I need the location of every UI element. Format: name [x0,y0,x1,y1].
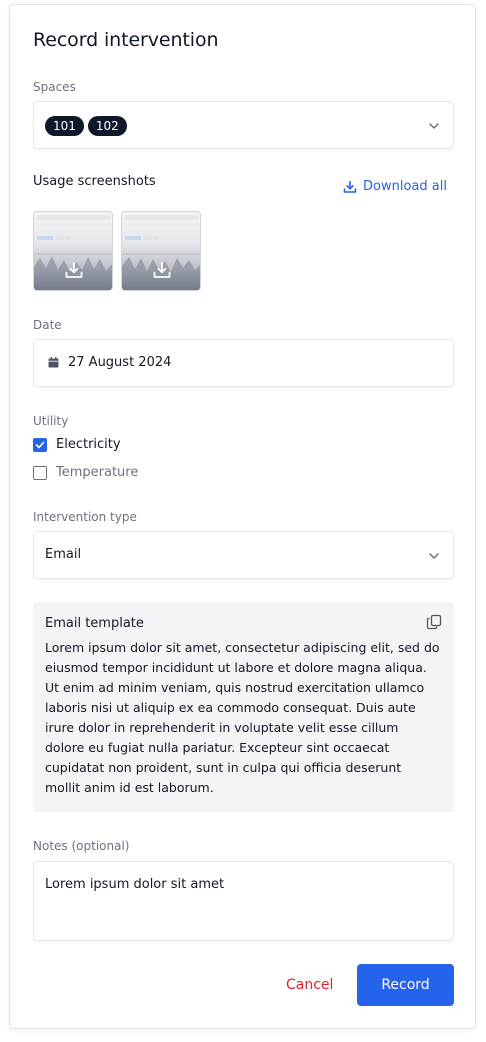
spaces-select[interactable]: 101 102 [33,101,454,149]
checkbox-checked-icon[interactable] [33,437,47,452]
copy-icon[interactable] [426,614,442,630]
email-template-body: Lorem ipsum dolor sit amet, consectetur … [45,640,440,795]
download-all-label: Download all [363,179,447,194]
chevron-down-icon[interactable] [427,119,441,133]
date-value: 27 August 2024 [68,355,172,370]
download-icon [343,180,357,193]
intervention-type-value: Email [45,547,82,562]
screenshot-thumbnail[interactable] [33,211,113,291]
notes-label: Notes (optional) [33,839,130,853]
notes-value: Lorem ipsum dolor sit amet [45,877,225,892]
download-all-link[interactable]: Download all [343,179,447,194]
space-chip[interactable]: 101 [45,116,84,136]
spaces-label: Spaces [33,80,76,94]
intervention-type-select[interactable]: Email [33,531,454,579]
utility-option-temperature[interactable]: Temperature [33,465,138,480]
utility-option-label: Temperature [56,465,139,480]
spaces-chips: 101 102 [45,116,127,136]
screenshot-thumbnail[interactable] [121,211,201,291]
date-label: Date [33,318,62,332]
email-template-panel: Email template Lorem ipsum dolor sit ame… [33,602,454,812]
cancel-button[interactable]: Cancel [286,977,333,993]
modal-title: Record intervention [33,29,219,51]
email-template-title: Email template [45,616,144,631]
download-icon [65,262,83,278]
record-button[interactable]: Record [357,964,454,1006]
utility-option-electricity[interactable]: Electricity [33,437,121,452]
space-chip[interactable]: 102 [87,116,127,136]
notes-textarea[interactable]: Lorem ipsum dolor sit amet [33,861,454,941]
download-icon [153,262,171,278]
chevron-down-icon[interactable] [427,549,441,563]
calendar-icon [48,357,59,368]
utility-option-label: Electricity [56,437,121,452]
intervention-type-label: Intervention type [33,510,137,524]
date-picker[interactable]: 27 August 2024 [33,339,454,387]
checkbox-unchecked-icon[interactable] [33,465,47,480]
utility-label: Utility [33,414,69,428]
record-intervention-modal: Record intervention Spaces 101 102 Usage… [9,4,476,1029]
usage-screenshots-title: Usage screenshots [33,174,156,189]
